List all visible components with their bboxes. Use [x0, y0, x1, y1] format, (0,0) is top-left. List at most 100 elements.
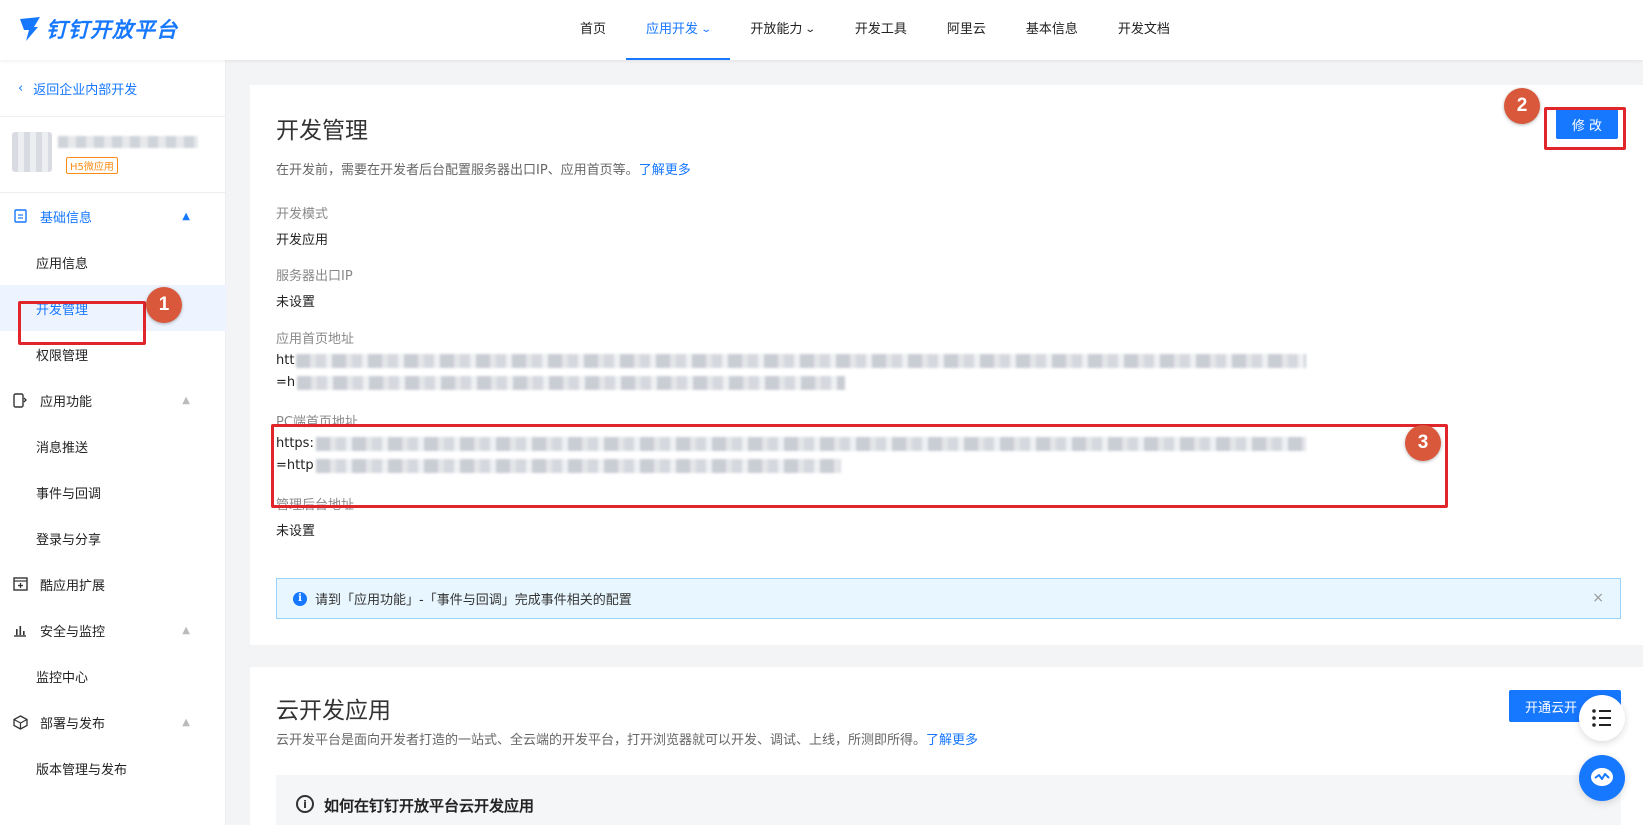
blurred-url	[296, 353, 1307, 368]
description-text: 云开发平台是面向开发者打造的一站式、全云端的开发平台，打开浏览器就可以开发、调试…	[276, 733, 927, 748]
dev-manage-description: 在开发前，需要在开发者后台配置服务器出口IP、应用首页等。了解更多	[276, 159, 691, 178]
cube-icon	[12, 714, 28, 730]
chevron-down-icon: ⌄	[700, 24, 713, 35]
sidebar-item-app-info[interactable]: 应用信息	[0, 239, 226, 285]
app-function-icon	[12, 392, 28, 408]
logo-text: 钉钉开放平台	[46, 18, 178, 42]
url-prefix: htt	[276, 353, 295, 368]
chevron-left-icon: ‹	[18, 81, 24, 96]
nav-label: 开发文档	[1117, 22, 1170, 37]
field-value-app-homepage: htt	[276, 353, 1307, 368]
info-alert: i 请到「应用功能」-「事件与回调」完成事件相关的配置 ×	[276, 578, 1621, 619]
field-value-dev-mode: 开发应用	[276, 233, 329, 248]
sidebar-item-label: 消息推送	[36, 440, 89, 456]
nav-open-capability[interactable]: 开放能力 ⌄	[730, 0, 834, 60]
field-label-dev-mode: 开发模式	[276, 207, 329, 222]
step-badge-3: 3	[1405, 425, 1441, 461]
sidebar-item-label: 事件与回调	[36, 486, 102, 502]
highlight-box-pc-homepage	[271, 424, 1448, 508]
sidebar-item-login-share[interactable]: 登录与分享	[0, 515, 226, 561]
nav-label: 基本信息	[1025, 22, 1078, 37]
sidebar-item-message-push[interactable]: 消息推送	[0, 423, 226, 469]
learn-more-link[interactable]: 了解更多	[639, 163, 691, 178]
caret-up-icon: ▲	[182, 716, 190, 728]
add-box-icon	[12, 576, 28, 592]
url-prefix: =h	[276, 375, 296, 390]
field-value-server-ip: 未设置	[276, 295, 316, 310]
sidebar-item-label: 权限管理	[36, 348, 89, 364]
dingtalk-logo[interactable]: 钉钉开放平台	[18, 14, 178, 44]
description-text: 在开发前，需要在开发者后台配置服务器出口IP、应用首页等。	[276, 163, 639, 178]
sidebar-item-label: 部署与发布	[40, 716, 106, 732]
nav-label: 应用开发	[646, 22, 699, 37]
chat-assistant-icon	[1591, 768, 1613, 786]
field-label-app-homepage: 应用首页地址	[276, 332, 355, 347]
cloud-dev-guide-box: i 如何在钉钉开放平台云开发应用	[276, 775, 1621, 825]
app-name-blurred	[58, 136, 198, 148]
nav-label: 首页	[580, 22, 607, 37]
highlight-box-dev-manage	[18, 301, 146, 345]
info-circle-icon: i	[296, 795, 314, 813]
page-title: 开发管理	[276, 118, 368, 144]
checklist-float-button[interactable]	[1579, 695, 1625, 741]
nav-label: 阿里云	[946, 22, 986, 37]
main-nav: 首页 应用开发 ⌄ 开放能力 ⌄ 开发工具 阿里云 基本信息 开发文档	[560, 0, 1190, 60]
app-type-tag: H5微应用	[66, 157, 118, 174]
nav-label: 开放能力	[750, 22, 803, 37]
sidebar-item-version-release[interactable]: 版本管理与发布	[0, 745, 226, 791]
nav-label: 开发工具	[854, 22, 907, 37]
close-icon[interactable]: ×	[1592, 590, 1604, 606]
field-label-server-ip: 服务器出口IP	[276, 269, 353, 284]
nav-dev-docs[interactable]: 开发文档	[1098, 0, 1190, 60]
sidebar-item-label: 应用功能	[40, 394, 93, 410]
field-value-admin-url: 未设置	[276, 524, 316, 539]
chevron-down-icon: ⌄	[804, 24, 817, 35]
dev-manage-card: 开发管理 在开发前，需要在开发者后台配置服务器出口IP、应用首页等。了解更多 修…	[250, 85, 1643, 645]
learn-more-link[interactable]: 了解更多	[926, 733, 978, 748]
sidebar-item-label: 监控中心	[36, 670, 89, 686]
sidebar-item-label: 应用信息	[36, 256, 89, 272]
sidebar-group-cool-app[interactable]: 酷应用扩展	[0, 561, 226, 607]
sidebar-group-basic-info[interactable]: 基础信息 ▲	[0, 193, 226, 239]
top-navigation-bar: 钉钉开放平台 首页 应用开发 ⌄ 开放能力 ⌄ 开发工具 阿里云 基本信息 开发文档	[0, 0, 1643, 60]
sidebar-item-events-callbacks[interactable]: 事件与回调	[0, 469, 226, 515]
nav-basic-info[interactable]: 基本信息	[1006, 0, 1098, 60]
cloud-dev-description: 云开发平台是面向开发者打造的一站式、全云端的开发平台，打开浏览器就可以开发、调试…	[276, 729, 978, 748]
list-icon	[1592, 709, 1611, 727]
divider	[0, 116, 226, 117]
field-value-app-homepage-line2: =h	[276, 375, 846, 390]
sidebar-item-label: 酷应用扩展	[40, 578, 106, 594]
document-icon	[12, 208, 28, 224]
back-to-internal-dev-link[interactable]: ‹ 返回企业内部开发	[18, 79, 137, 98]
sidebar-group-security[interactable]: 安全与监控 ▲	[0, 607, 226, 653]
app-avatar	[12, 132, 52, 172]
caret-up-icon: ▲	[182, 210, 190, 222]
step-badge-1: 1	[146, 287, 182, 323]
guide-title[interactable]: 如何在钉钉开放平台云开发应用	[324, 795, 534, 816]
caret-up-icon: ▲	[182, 624, 190, 636]
dingtalk-bird-icon	[20, 17, 40, 41]
caret-up-icon: ▲	[182, 394, 190, 406]
back-label: 返回企业内部开发	[33, 83, 138, 98]
cloud-dev-card: 云开发应用 云开发平台是面向开发者打造的一站式、全云端的开发平台，打开浏览器就可…	[250, 667, 1643, 825]
nav-aliyun[interactable]: 阿里云	[927, 0, 1006, 60]
sidebar-group-app-function[interactable]: 应用功能 ▲	[0, 377, 226, 423]
sidebar-item-label: 基础信息	[40, 210, 93, 226]
nav-app-dev[interactable]: 应用开发 ⌄	[626, 0, 731, 60]
sidebar-item-label: 安全与监控	[40, 624, 106, 640]
sidebar-item-monitor-center[interactable]: 监控中心	[0, 653, 226, 699]
nav-home[interactable]: 首页	[560, 0, 626, 60]
sidebar-group-deploy[interactable]: 部署与发布 ▲	[0, 699, 226, 745]
alert-text: 请到「应用功能」-「事件与回调」完成事件相关的配置	[315, 593, 632, 608]
bar-chart-icon	[12, 622, 28, 638]
nav-dev-tools[interactable]: 开发工具	[835, 0, 927, 60]
sidebar: ‹ 返回企业内部开发 H5微应用 基础信息 ▲ 应用信息 开发管理 权限管理 应…	[0, 60, 226, 825]
highlight-box-edit	[1544, 107, 1626, 150]
sidebar-item-label: 登录与分享	[36, 532, 102, 548]
section-title: 云开发应用	[276, 698, 391, 724]
step-badge-2: 2	[1504, 88, 1540, 124]
info-icon: i	[293, 591, 307, 606]
assistant-float-button[interactable]	[1579, 755, 1625, 801]
blurred-url	[297, 375, 846, 390]
sidebar-item-label: 版本管理与发布	[36, 762, 128, 778]
